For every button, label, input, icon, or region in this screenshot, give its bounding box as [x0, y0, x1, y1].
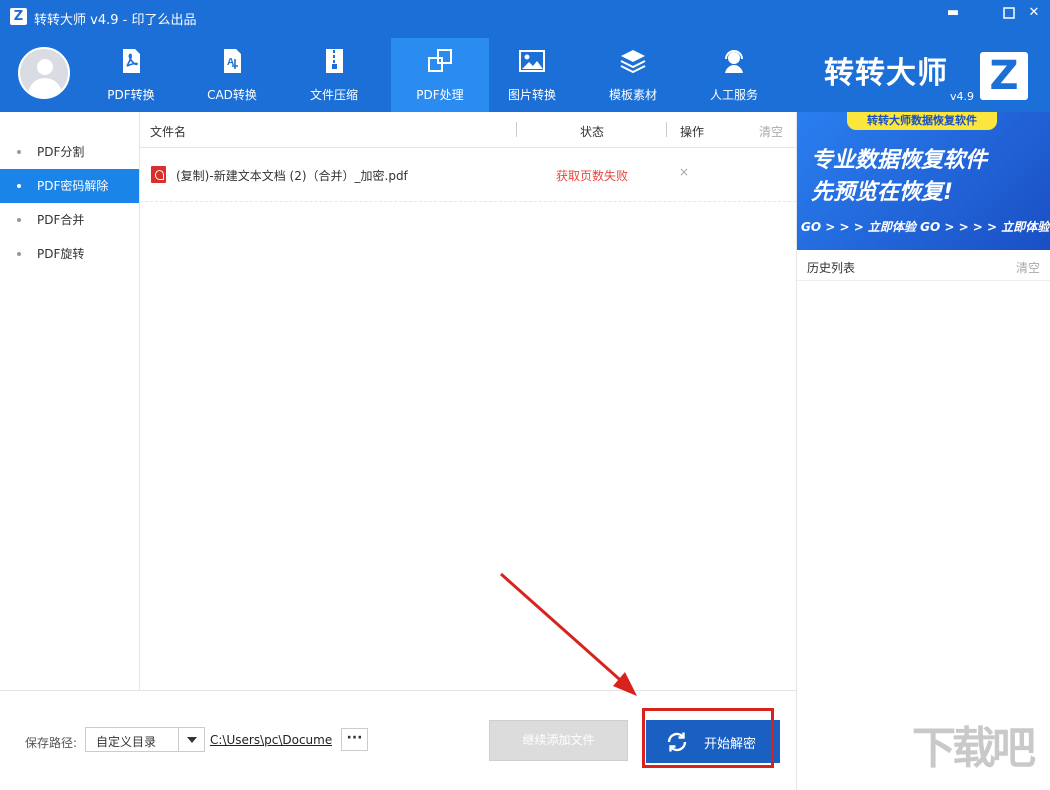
save-path-link[interactable]: C:\Users\pc\Docume	[210, 733, 332, 747]
close-button[interactable]: ✕	[1021, 4, 1047, 22]
file-name: (复制)-新建文本文档 (2)（合并）_加密.pdf	[176, 169, 408, 183]
start-decrypt-label: 开始解密	[704, 737, 757, 752]
nav-label: PDF处理	[416, 88, 464, 102]
history-title: 历史列表	[807, 261, 856, 275]
sidebar-item-label: PDF分割	[37, 145, 85, 159]
divider	[797, 280, 1050, 281]
nav-label: CAD转换	[207, 88, 257, 102]
table-row: (复制)-新建文本文档 (2)（合并）_加密.pdf 获取页数失败 ×	[140, 148, 796, 202]
support-icon	[725, 50, 743, 73]
browse-button[interactable]: ···	[341, 728, 368, 751]
nav-file-compress[interactable]: 文件压缩	[285, 38, 383, 112]
brand-logo: Z	[980, 52, 1028, 100]
column-header-file-name: 文件名	[150, 125, 187, 139]
pdf-icon	[123, 49, 140, 73]
sidebar-item-pdf-split[interactable]: PDF分割	[0, 135, 139, 169]
nav-label: 模板素材	[608, 88, 657, 102]
pdf-file-icon	[151, 166, 166, 183]
layers-icon	[620, 50, 646, 74]
file-list-header: 文件名 状态 操作 清空	[140, 112, 796, 148]
add-more-files-button[interactable]: 继续添加文件	[489, 720, 628, 761]
sidebar-item-label: PDF密码解除	[37, 179, 109, 193]
sidebar-item-pdf-unlock[interactable]: PDF密码解除	[0, 169, 139, 203]
file-list: 文件名 状态 操作 清空 (复制)-新建文本文档 (2)（合并）_加密.pdf …	[140, 112, 796, 690]
nav-image-convert[interactable]: 图片转换	[483, 38, 581, 112]
start-decrypt-button[interactable]: 开始解密	[646, 720, 780, 763]
right-panel: 转转大师数据恢复软件 专业数据恢复软件 先预览在恢复! GO > > > 立即体…	[796, 112, 1050, 790]
pdf-process-icon	[428, 49, 452, 72]
bullet-icon	[17, 252, 21, 256]
bottom-bar: 保存路径: 自定义目录 C:\Users\pc\Docume ··· 继续添加文…	[0, 690, 796, 790]
column-header-action: 操作	[680, 125, 705, 139]
cad-icon: A	[224, 49, 241, 73]
app-logo-small: Z	[10, 8, 27, 25]
zip-icon	[326, 49, 343, 73]
save-directory-select[interactable]: 自定义目录	[85, 727, 205, 752]
sidebar-item-label: PDF旋转	[37, 247, 85, 261]
bullet-icon	[17, 150, 21, 154]
nav-label: 文件压缩	[309, 88, 358, 102]
nav-human-service[interactable]: 人工服务	[685, 38, 783, 112]
nav-pdf-process[interactable]: PDF处理	[391, 38, 489, 112]
nav-label: 人工服务	[709, 88, 758, 102]
nav-template-material[interactable]: 模板素材	[584, 38, 682, 112]
nav-cad-convert[interactable]: A CAD转换	[183, 38, 281, 112]
maximize-button[interactable]	[996, 4, 1022, 22]
sidebar-item-pdf-rotate[interactable]: PDF旋转	[0, 237, 139, 271]
watermark: 下载吧	[912, 723, 1036, 774]
ad-cta-strip: GO > > > 立即体验 GO > > > > 立即体验	[801, 220, 1050, 234]
column-header-status: 状态	[580, 125, 605, 139]
chevron-down-icon[interactable]	[178, 728, 204, 751]
maximize-icon	[1003, 7, 1015, 19]
window-title: 转转大师 v4.9 - 印了么出品	[34, 13, 197, 28]
bullet-icon	[17, 218, 21, 222]
user-avatar[interactable]	[18, 47, 70, 99]
refresh-icon	[667, 732, 687, 752]
image-icon	[519, 50, 545, 72]
clear-list-button[interactable]: 清空	[759, 123, 783, 140]
app-header: Z 转转大师 v4.9 - 印了么出品 ▬ ✕ PDF转换 A CAD转换 文件…	[0, 0, 1050, 112]
function-sidebar: PDF分割 PDF密码解除 PDF合并 PDF旋转	[0, 112, 140, 690]
select-value: 自定义目录	[96, 735, 157, 749]
nav-label: 图片转换	[507, 88, 556, 102]
nav-label: PDF转换	[107, 88, 155, 102]
file-status: 获取页数失败	[556, 169, 629, 183]
bullet-icon	[17, 184, 21, 188]
column-divider	[516, 122, 517, 137]
title-bar: Z 转转大师 v4.9 - 印了么出品 ▬ ✕	[0, 0, 1050, 34]
column-divider	[666, 122, 667, 137]
minimize-button[interactable]: ▬	[940, 4, 966, 22]
ad-tag: 转转大师数据恢复软件	[847, 112, 997, 130]
sidebar-item-label: PDF合并	[37, 213, 85, 227]
avatar-head-shape	[37, 59, 53, 75]
ad-subheadline: 先预览在恢复!	[811, 180, 954, 205]
sidebar-item-pdf-merge[interactable]: PDF合并	[0, 203, 139, 237]
brand-version: v4.9	[950, 90, 975, 103]
avatar-body-shape	[28, 78, 62, 97]
brand-name: 转转大师	[824, 56, 948, 91]
ad-headline: 专业数据恢复软件	[811, 148, 988, 173]
save-path-label: 保存路径:	[25, 736, 78, 750]
nav-pdf-convert[interactable]: PDF转换	[82, 38, 180, 112]
remove-file-button[interactable]: ×	[679, 165, 689, 179]
ad-banner[interactable]: 转转大师数据恢复软件 专业数据恢复软件 先预览在恢复! GO > > > 立即体…	[797, 112, 1050, 250]
clear-history-button[interactable]: 清空	[1016, 259, 1040, 276]
